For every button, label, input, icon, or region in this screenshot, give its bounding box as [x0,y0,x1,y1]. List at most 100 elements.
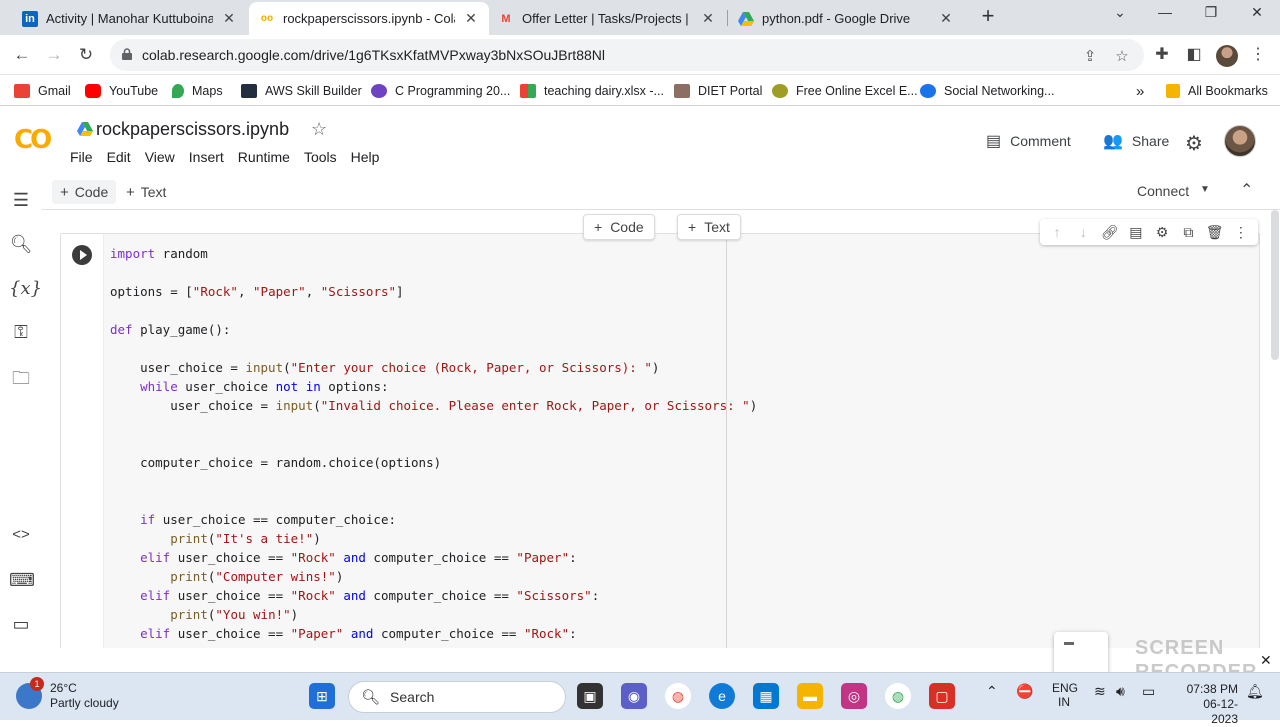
notebook-title[interactable]: rockpaperscissors.ipynb [96,119,289,140]
back-icon[interactable]: ← [10,43,34,67]
language-indicator[interactable]: ENG IN [1052,681,1078,709]
close-tab-icon[interactable]: ✕ [221,10,237,27]
table-of-contents-icon[interactable]: ☰ [9,190,33,214]
instagram-icon[interactable]: ◎ [841,683,867,709]
bookmark-teaching-dairy[interactable]: teaching dairy.xlsx -... [520,82,664,100]
bookmark-youtube[interactable]: YouTube [85,82,158,100]
code-line[interactable]: print("It's a tie!") [110,529,321,548]
browser-menu-icon[interactable]: ⋮ [1246,43,1270,67]
menu-view[interactable]: View [145,149,175,165]
show-hidden-icons[interactable]: ⌃ [986,683,998,700]
tab-linkedin[interactable]: in Activity | Manohar Kuttuboina | l ✕ [12,2,247,35]
scrollbar-thumb[interactable] [1271,210,1279,360]
menu-runtime[interactable]: Runtime [238,149,290,165]
code-line[interactable]: def play_game(): [110,320,230,339]
bookmark-aws[interactable]: AWS Skill Builder [241,82,362,100]
code-line[interactable]: import random [110,244,208,263]
colab-logo[interactable]: CO [14,125,52,155]
window-close-icon[interactable]: ✕ [1242,4,1272,28]
insert-code-cell-button[interactable]: + Code [583,214,655,240]
code-line[interactable]: while user_choice not in options: [110,377,388,396]
menu-help[interactable]: Help [351,149,380,165]
address-bar[interactable]: colab.research.google.com/drive/1g6TKsxK… [110,39,1144,71]
all-bookmarks[interactable]: All Bookmarks [1166,82,1268,100]
bookmark-online-excel[interactable]: Free Online Excel E... [772,82,918,100]
mirror-cell-icon[interactable]: ⧉ [1178,224,1198,241]
notifications-bell-icon[interactable]: 🔔︎ [1246,683,1264,700]
new-tab-button[interactable]: + [977,5,999,28]
weather-widget[interactable]: 1 26°C Partly cloudy [16,677,119,711]
add-code-button[interactable]: + Code [52,180,117,204]
chrome-icon[interactable]: ◍ [665,683,691,709]
insert-text-cell-button[interactable]: + Text [677,214,741,240]
menu-insert[interactable]: Insert [189,149,224,165]
share-button[interactable]: 👥 Share [1103,131,1169,151]
move-down-icon[interactable]: ↓ [1073,224,1093,240]
code-editor[interactable]: import random options = ["Rock", "Paper",… [103,234,1259,648]
code-line[interactable]: elif user_choice == "Paper" and computer… [110,624,577,643]
store-icon[interactable]: ▦ [753,683,779,709]
code-line[interactable]: if user_choice == computer_choice: [110,510,396,529]
move-up-icon[interactable]: ↑ [1047,224,1067,240]
share-page-icon[interactable]: ⇪ [1080,47,1100,67]
code-cell[interactable]: import random options = ["Rock", "Paper",… [60,233,1260,648]
more-bookmarks-button[interactable]: » [1136,82,1144,100]
network-status-icon[interactable]: ⛔ [1016,683,1033,700]
side-panel-icon[interactable]: ◧ [1182,43,1206,67]
more-icon[interactable]: ⋮ [1231,224,1251,241]
collapse-header-icon[interactable]: ⌃ [1240,180,1253,200]
code-line[interactable]: elif user_choice == "Rock" and computer_… [110,586,599,605]
bookmark-diet-portal[interactable]: DIET Portal [674,82,762,100]
tab-drive[interactable]: python.pdf - Google Drive ✕ [728,2,964,35]
close-tab-icon[interactable]: ✕ [700,10,716,27]
code-line[interactable]: print("Computer wins!") [110,567,343,586]
recorder-close-icon[interactable]: ✕ [1260,652,1272,669]
battery-icon[interactable]: ▭ [1142,683,1155,700]
code-snippets-icon[interactable]: <> [9,526,33,550]
gear-icon[interactable]: ⚙ [1185,131,1203,156]
code-line[interactable]: elif user_choice == "Rock" and computer_… [110,548,577,567]
profile-avatar[interactable] [1216,45,1238,67]
code-line[interactable]: computer_choice = random.choice(options) [110,453,441,472]
settings-icon[interactable]: ⚙ [1152,224,1172,241]
minimize-icon[interactable]: — [1150,4,1180,28]
comment-icon[interactable]: ▤ [1126,224,1146,241]
close-tab-icon[interactable]: ✕ [938,10,954,27]
menu-tools[interactable]: Tools [304,149,337,165]
add-text-button[interactable]: + Text [118,180,174,204]
extensions-icon[interactable]: ✚ [1150,43,1174,67]
tab-colab[interactable]: oo rockpaperscissors.ipynb - Colab ✕ [249,2,489,35]
code-line[interactable]: user_choice = input("Invalid choice. Ple… [110,396,757,415]
menu-edit[interactable]: Edit [107,149,131,165]
command-palette-icon[interactable]: ⌨ [9,570,35,594]
bookmark-social-networking[interactable]: Social Networking... [920,82,1054,100]
search-icon[interactable]: 🔍︎ [9,234,33,258]
comment-button[interactable]: ▤ Comment [986,131,1071,151]
taskbar-search[interactable]: 🔍︎ Search [348,681,566,713]
run-cell-icon[interactable] [72,245,92,265]
forward-icon[interactable]: → [42,43,66,67]
screen-recorder-icon[interactable]: ▢ [929,683,955,709]
recorder-minimize-icon[interactable] [1064,642,1074,645]
variables-icon[interactable]: {x} [9,278,42,302]
bookmark-star-icon[interactable]: ☆ [1112,47,1132,67]
terminal-icon[interactable]: ▭ [9,614,33,638]
code-line[interactable]: options = ["Rock", "Paper", "Scissors"] [110,282,404,301]
secrets-key-icon[interactable]: ⚿ [9,322,33,346]
start-icon[interactable]: ⊞ [309,683,335,709]
clock[interactable]: 07:38 PM 06-12-2023 [1180,682,1238,727]
bookmark-gmail[interactable]: Gmail [14,82,71,100]
folder-icon[interactable]: 🗀 [9,366,33,390]
teams-icon[interactable]: ◉ [621,683,647,709]
code-line[interactable]: user_choice = input("Enter your choice (… [110,358,659,377]
reload-icon[interactable]: ↻ [74,43,98,67]
tab-gmail[interactable]: M Offer Letter | Tasks/Projects | Co ✕ [488,2,726,35]
chrome-profile-icon[interactable]: ◍ [885,683,911,709]
star-icon[interactable]: ☆ [311,119,327,140]
chevron-down-icon[interactable]: ▼ [1200,184,1210,195]
close-tab-icon[interactable]: ✕ [463,10,479,27]
url-text[interactable]: colab.research.google.com/drive/1g6TKsxK… [142,47,605,63]
bookmark-maps[interactable]: Maps [172,82,223,100]
connect-button[interactable]: Connect [1137,183,1189,199]
task-view-icon[interactable]: ▣ [577,683,603,709]
